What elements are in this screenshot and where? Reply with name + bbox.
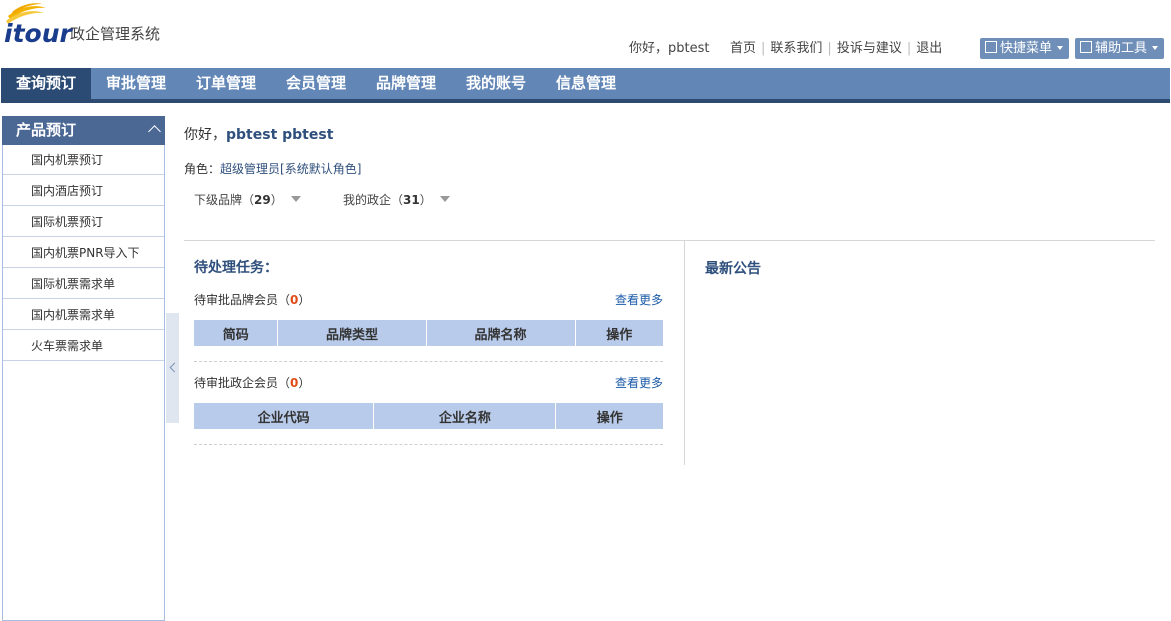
col-brand-name: 品牌名称 — [425, 320, 576, 346]
sidebar-item-domestic-flight[interactable]: 国内机票预订 — [3, 145, 164, 175]
col-corp-name: 企业名称 — [373, 403, 556, 429]
col-operation: 操作 — [574, 320, 663, 346]
brand-members-table: 简码 品牌类型 品牌名称 操作 — [194, 320, 663, 346]
nav-approval[interactable]: 审批管理 — [91, 68, 181, 99]
sub-brand-label: 下级品牌（ — [194, 193, 255, 207]
link-separator: | — [906, 41, 912, 56]
dashed-divider — [194, 361, 663, 362]
brand-members-label: 待审批品牌会员（ — [194, 293, 291, 307]
sidebar-title: 产品预订 — [16, 121, 77, 139]
latest-notices-title: 最新公告 — [705, 261, 761, 277]
link-separator: | — [761, 41, 766, 56]
caret-down-icon — [1152, 46, 1159, 50]
sidebar-header[interactable]: 产品预订 — [2, 116, 165, 145]
my-corp-label: 我的政企（ — [343, 193, 404, 207]
col-short-code: 简码 — [194, 320, 278, 346]
chevron-up-icon[interactable] — [148, 125, 161, 138]
brand-members-header: 待审批品牌会员（0） — [194, 291, 310, 308]
my-corp-count: 31 — [403, 193, 420, 207]
sub-brand-suffix: ） — [270, 193, 283, 207]
header: itour 政企管理系统 你好，pbtest 首页 | 联系我们 | 投诉与建议 | 退出 … — [0, 0, 1171, 68]
table-header-row: 简码 品牌类型 品牌名称 操作 — [194, 320, 663, 346]
role-label: 角色： — [184, 162, 221, 176]
role-line: 角色：超级管理员[系统默认角色] — [184, 160, 361, 177]
caret-down-icon — [439, 196, 450, 202]
chevron-left-icon — [169, 362, 180, 373]
user-name: pbtest pbtest — [226, 127, 334, 143]
system-name: 政企管理系统 — [70, 25, 161, 43]
link-separator: | — [827, 41, 832, 56]
sidebar-item-domestic-flight-request[interactable]: 国内机票需求单 — [3, 300, 164, 330]
nav-info[interactable]: 信息管理 — [541, 68, 631, 99]
nav-brands[interactable]: 品牌管理 — [361, 68, 451, 99]
home-link[interactable]: 首页 — [730, 41, 756, 56]
corp-members-table: 企业代码 企业名称 操作 — [194, 403, 663, 429]
dashed-divider — [194, 444, 663, 445]
sidebar-item-intl-flight[interactable]: 国际机票预订 — [3, 207, 164, 237]
brand-members-more-link[interactable]: 查看更多 — [615, 291, 663, 308]
caret-down-icon — [290, 196, 301, 202]
top-greeting: 你好，pbtest — [629, 41, 710, 56]
sidebar-item-intl-flight-request[interactable]: 国际机票需求单 — [3, 269, 164, 299]
corp-members-header: 待审批政企会员（0） — [194, 374, 310, 391]
role-value: 超级管理员[系统默认角色] — [220, 162, 362, 176]
nav-query-booking[interactable]: 查询预订 — [1, 68, 91, 99]
my-corp-dropdown[interactable]: 我的政企（31） — [343, 191, 450, 208]
welcome-text: 你好，pbtest pbtest — [184, 124, 333, 144]
logout-link[interactable]: 退出 — [916, 41, 942, 56]
sub-brand-dropdown[interactable]: 下级品牌（29） — [194, 191, 301, 208]
corp-members-more-link[interactable]: 查看更多 — [615, 374, 663, 391]
contact-link[interactable]: 联系我们 — [770, 41, 822, 56]
my-corp-suffix: ） — [419, 193, 432, 207]
top-links: 首页 | 联系我们 | 投诉与建议 | 退出 — [730, 37, 942, 56]
pending-tasks-title: 待处理任务： — [194, 260, 278, 276]
sidebar-item-pnr-import[interactable]: 国内机票PNR导入下 — [3, 238, 164, 268]
corp-members-label: 待审批政企会员（ — [194, 376, 291, 390]
quick-menu-button[interactable]: 快捷菜单 — [980, 38, 1070, 59]
aux-tools-button[interactable]: 辅助工具 — [1075, 38, 1165, 59]
sidebar-item-train-request[interactable]: 火车票需求单 — [3, 331, 164, 361]
col-brand-type: 品牌类型 — [277, 320, 426, 346]
welcome-prefix: 你好， — [184, 127, 226, 143]
nav-underline — [1, 99, 1170, 103]
nav-members[interactable]: 会员管理 — [271, 68, 361, 99]
edit-icon — [1080, 41, 1092, 53]
section-divider — [184, 240, 1155, 241]
col-operation: 操作 — [555, 403, 663, 429]
sidebar-item-domestic-hotel[interactable]: 国内酒店预订 — [3, 176, 164, 206]
col-corp-code: 企业代码 — [194, 403, 374, 429]
feedback-link[interactable]: 投诉与建议 — [837, 41, 902, 56]
main-nav: 查询预订 审批管理 订单管理 会员管理 品牌管理 我的账号 信息管理 — [1, 68, 1170, 99]
edit-icon — [985, 41, 997, 53]
column-divider — [684, 241, 685, 465]
sub-brand-count: 29 — [254, 193, 271, 207]
logo-wordmark: itour — [4, 19, 73, 46]
aux-tools-label: 辅助工具 — [1095, 41, 1148, 56]
caret-down-icon — [1057, 46, 1064, 50]
quick-menu-label: 快捷菜单 — [1000, 41, 1053, 56]
corp-members-suffix: ） — [298, 376, 311, 390]
nav-orders[interactable]: 订单管理 — [181, 68, 271, 99]
nav-my-account[interactable]: 我的账号 — [451, 68, 541, 99]
table-header-row: 企业代码 企业名称 操作 — [194, 403, 663, 429]
sidebar-collapse-handle[interactable] — [166, 313, 180, 423]
brand-members-suffix: ） — [298, 293, 311, 307]
